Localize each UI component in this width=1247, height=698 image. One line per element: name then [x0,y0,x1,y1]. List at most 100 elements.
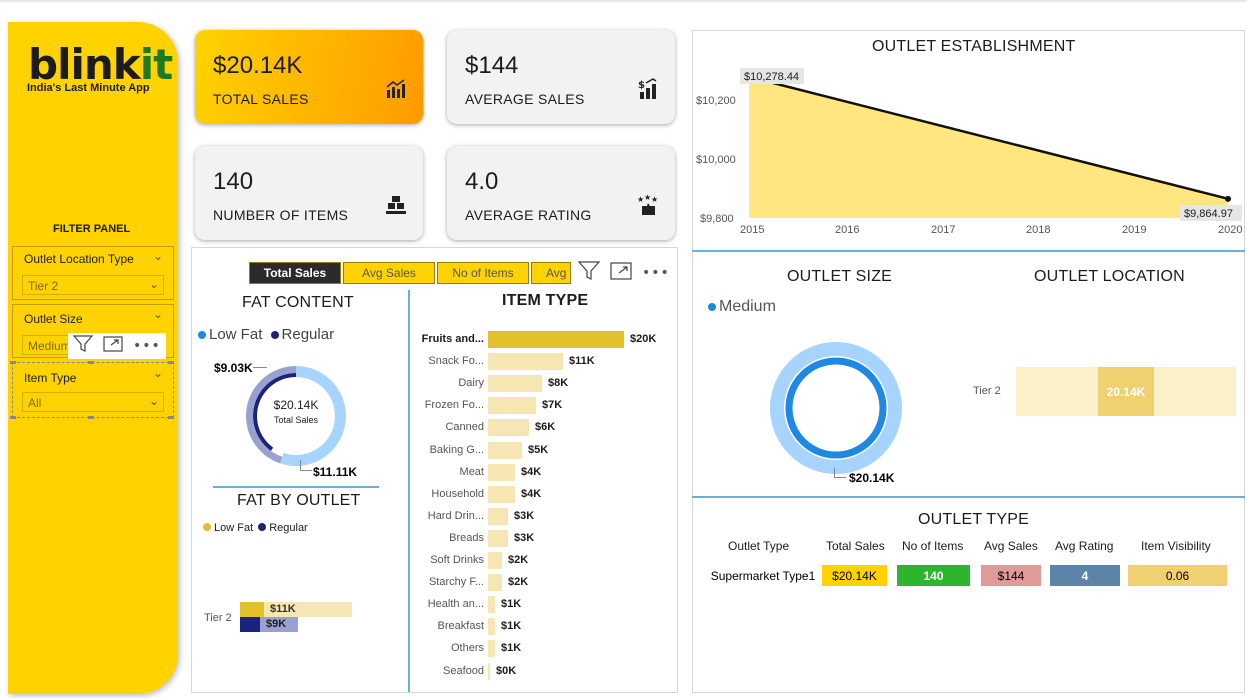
resize-handle[interactable] [88,416,94,419]
chevron-down-icon[interactable]: ⌄ [153,366,163,380]
table-cell-no-of-items: 140 [897,565,970,586]
bar-value-low-fat: $11K [270,603,296,615]
table-header[interactable]: Avg Sales [984,539,1038,553]
outlet-size-legend[interactable]: Medium [708,298,776,316]
slicer-label: Outlet Location Type [24,252,134,266]
bar-regular[interactable] [240,617,260,632]
item-type-bar[interactable] [488,552,502,569]
tab-no-of-items[interactable]: No of Items [437,262,529,284]
resize-handle[interactable] [88,361,94,364]
y-tick-label: $10,000 [696,154,736,166]
more-options-icon[interactable]: ••• [642,265,670,281]
kpi-card-average-sales[interactable]: $144 AVERAGE SALES $ [447,30,675,124]
kpi-card-total-sales[interactable]: $20.14K TOTAL SALES [195,30,423,124]
item-type-bar[interactable] [488,574,502,591]
leader-line [300,470,312,471]
item-type-category-label: Canned [445,421,484,433]
slicer-value: Tier 2 [28,279,59,293]
item-type-bar[interactable] [488,640,495,657]
legend-medium: Medium [719,298,776,315]
focus-mode-icon[interactable] [103,335,123,357]
fat-content-donut: $20.14K Total Sales [246,366,346,466]
legend-dot [198,331,206,339]
chevron-down-icon[interactable]: ⌄ [153,307,163,321]
resize-handle[interactable] [10,361,16,364]
x-tick-label: 2020 [1218,224,1242,236]
donut-ring-outer[interactable] [770,342,902,474]
legend-low-fat[interactable]: Low Fat [209,326,262,343]
focus-mode-icon[interactable] [610,261,632,285]
legend-regular[interactable]: Regular [282,326,335,343]
item-type-value-label: $0K [496,665,517,677]
legend-regular[interactable]: Regular [269,522,308,534]
item-type-bar[interactable] [488,375,542,392]
item-type-slicer[interactable]: Item Type ⌄ All ⌄ [12,362,174,418]
bar-low-fat[interactable] [240,602,264,617]
filter-icon[interactable] [577,261,601,285]
table-header[interactable]: Outlet Type [728,539,789,553]
legend-dot [270,331,279,339]
item-type-bar[interactable] [488,596,495,613]
chevron-down-icon[interactable]: ⌄ [153,249,163,263]
x-tick-label: 2016 [835,224,859,236]
item-type-bar[interactable] [488,353,563,370]
item-type-category-label: Household [431,488,484,500]
table-header[interactable]: Avg Rating [1055,539,1113,553]
visual-header-toolbar: ••• [574,261,674,285]
kpi-card-number-of-items[interactable]: 140 NUMBER OF ITEMS [195,146,423,240]
table-header[interactable]: Item Visibility [1141,539,1211,553]
item-type-value-label: $11K [569,355,595,367]
item-type-value-label: $2K [508,554,529,566]
item-type-bar[interactable] [488,442,522,459]
tab-avg-sales[interactable]: Avg Sales [343,262,435,284]
table-header[interactable]: No of Items [902,539,963,553]
data-point-2020[interactable] [1225,195,1231,202]
kpi-card-average-rating[interactable]: 4.0 AVERAGE RATING ★ ★ ★ [447,146,675,240]
legend-dot [203,523,211,531]
item-type-bar[interactable] [488,618,495,635]
legend-low-fat[interactable]: Low Fat [214,522,253,534]
outlet-location-dropdown[interactable]: Tier 2 ⌄ [22,275,164,295]
item-type-bar[interactable] [488,464,515,481]
item-type-bar[interactable] [488,397,536,414]
item-type-bar[interactable] [488,486,515,503]
outlet-location-slicer[interactable]: Outlet Location Type ⌄ Tier 2 ⌄ [12,246,174,300]
resize-handle[interactable] [168,361,174,364]
item-type-value-label: $20K [630,333,657,345]
bar-chart-icon [386,79,405,98]
y-tick-label: $10,200 [696,95,736,107]
heatmap-cell-tier-2[interactable]: 20.14K [1098,367,1154,416]
item-type-dropdown[interactable]: All ⌄ [22,392,164,412]
item-type-bar[interactable] [488,663,490,680]
table-cell-item-visibility: 0.06 [1128,565,1227,586]
table-cell-outlet-type: Supermarket Type1 [710,568,816,583]
item-type-value-label: $8K [548,377,569,389]
tab-avg-rating[interactable]: Avg [531,262,571,284]
outlet-size-data-label: $20.14K [849,471,895,485]
outlet-size-dropdown[interactable]: Medium [22,335,72,355]
kpi-value: $20.14K [213,52,303,79]
fat-content-title: FAT CONTENT [242,294,354,311]
resize-handle[interactable] [10,416,16,419]
item-type-bar[interactable] [488,530,508,547]
more-options-icon[interactable]: ••• [133,338,161,354]
filter-icon[interactable] [72,335,94,357]
item-type-category-label: Hard Drin... [427,510,484,522]
item-type-bar[interactable] [488,331,624,348]
table-cell-avg-rating: 4 [1050,565,1120,586]
donut-center-label: Total Sales [274,415,319,425]
donut-slice-medium[interactable] [785,357,887,459]
tab-total-sales[interactable]: Total Sales [249,262,341,284]
top-divider [0,0,1247,2]
item-type-value-label: $7K [542,399,563,411]
legend-dot [708,303,716,311]
fat-by-outlet-row-label: Tier 2 [204,612,232,624]
kpi-value: $144 [465,52,519,79]
resize-handle[interactable] [168,416,174,419]
chevron-down-icon: ⌄ [148,394,159,408]
slicer-value: Medium [28,339,71,353]
item-type-bar[interactable] [488,419,529,436]
table-header[interactable]: Total Sales [826,539,885,553]
item-type-bar[interactable] [488,508,508,525]
area-fill [749,76,1228,218]
